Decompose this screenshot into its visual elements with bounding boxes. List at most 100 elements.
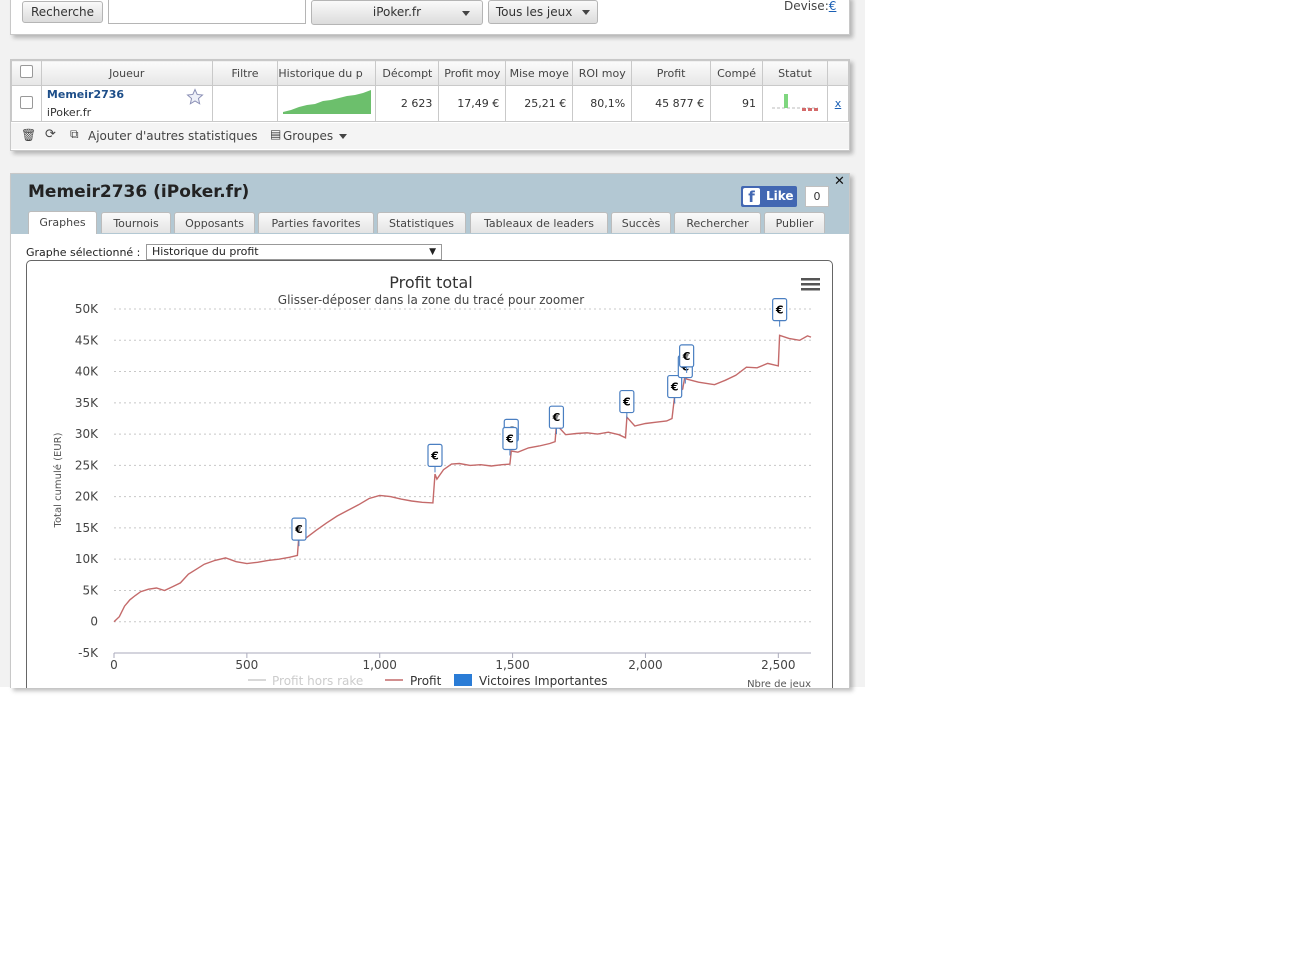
tab-graphes[interactable]: Graphes: [28, 211, 97, 234]
tab-tableaux-de-leaders[interactable]: Tableaux de leaders: [470, 212, 608, 233]
row-select[interactable]: [11, 85, 42, 122]
table-header-row: Joueur Filtre Historique du p Décompt Pr…: [11, 60, 850, 86]
avg-profit-cell: 17,49 €: [438, 85, 507, 122]
marker-label: €: [670, 381, 679, 394]
column-header[interactable]: Mise moye: [505, 60, 574, 86]
refresh-icon[interactable]: ⟳: [45, 127, 56, 142]
chart-container: Profit total Glisser-déposer dans la zon…: [26, 260, 833, 688]
profit-history-sparkline: [283, 90, 372, 114]
profit-history-cell: [277, 85, 377, 122]
x-tick-label: 2,000: [628, 658, 662, 672]
y-tick-label: 20K: [75, 490, 99, 504]
currency-label: Devise:: [784, 0, 829, 13]
remove-player-link[interactable]: x: [835, 97, 842, 110]
tab-rechercher[interactable]: Rechercher: [674, 212, 761, 233]
tab-publier[interactable]: Publier: [764, 212, 825, 233]
profit-cell: 45 877 €: [631, 85, 712, 122]
row-checkbox[interactable]: [19, 95, 33, 109]
x-tick-label: 0: [110, 658, 118, 672]
big-win-marker[interactable]: €: [291, 517, 307, 547]
tab-opposants[interactable]: Opposants: [174, 212, 255, 233]
column-header[interactable]: Statut: [762, 60, 828, 86]
facebook-icon: f: [743, 188, 760, 206]
y-tick-label: 0: [90, 615, 98, 629]
y-tick-label: 40K: [75, 365, 99, 379]
currency-link[interactable]: €: [829, 0, 837, 13]
facebook-like-label: Like: [766, 189, 794, 203]
remove-cell: x: [826, 85, 850, 122]
column-header[interactable]: Profit: [631, 60, 712, 86]
profile-title: Memeir2736 (iPoker.fr): [28, 182, 250, 202]
x-tick-label: 500: [235, 658, 258, 672]
chevron-down-icon: [462, 11, 470, 16]
header-select-all[interactable]: [11, 60, 42, 86]
column-header[interactable]: Joueur: [40, 60, 213, 86]
table-row: Memeir2736 iPoker.fr 2 623 17,49 € 25,21…: [11, 85, 850, 122]
games-select[interactable]: Tous les jeux: [488, 0, 598, 24]
site-select[interactable]: iPoker.fr: [311, 0, 483, 25]
close-icon[interactable]: ✕: [834, 174, 845, 189]
legend-item[interactable]: Profit: [410, 674, 442, 688]
tab-statistiques[interactable]: Statistiques: [377, 212, 466, 233]
marker-label: €: [775, 304, 784, 317]
legend-wins-symbol: [454, 674, 472, 686]
tab-succes[interactable]: Succès: [611, 212, 671, 233]
marker-label: €: [552, 411, 561, 424]
status-sparkline: [772, 94, 818, 111]
favorite-star-icon[interactable]: [185, 88, 204, 106]
chart-subtitle: Glisser-déposer dans la zone du tracé po…: [278, 293, 584, 307]
tab-parties-favorites[interactable]: Parties favorites: [258, 212, 374, 233]
select-all-checkbox[interactable]: [19, 65, 33, 78]
player-name-link[interactable]: Memeir2736: [47, 87, 206, 102]
search-input[interactable]: [108, 0, 306, 24]
search-button[interactable]: Recherche: [22, 1, 103, 23]
players-table-panel: Joueur Filtre Historique du p Décompt Pr…: [10, 59, 850, 151]
filter-cell[interactable]: [211, 85, 279, 122]
count-cell: 2 623: [375, 85, 440, 122]
column-header[interactable]: Profit moy: [438, 60, 507, 86]
chart-menu-icon[interactable]: [801, 278, 820, 291]
chart-gridlines: [114, 308, 811, 654]
column-header[interactable]: Décompt: [375, 60, 440, 86]
marker-label: €: [430, 449, 439, 462]
y-tick-label: -5K: [78, 646, 99, 660]
trash-icon[interactable]: 🗑: [21, 128, 36, 142]
profit-chart[interactable]: Profit total Glisser-déposer dans la zon…: [27, 261, 832, 688]
y-tick-label: 50K: [75, 302, 99, 316]
big-win-marker[interactable]: €: [619, 389, 635, 419]
status-cell: [762, 85, 828, 122]
graph-select-value: Historique du profit: [152, 245, 259, 258]
graph-select[interactable]: Historique du profit ▼: [146, 244, 442, 260]
column-header[interactable]: Historique du p: [277, 60, 377, 86]
y-tick-label: 10K: [75, 552, 99, 566]
y-tick-label: 45K: [75, 333, 99, 347]
chart-legend: Profit hors rake Profit Victoires Import…: [248, 674, 608, 688]
x-tick-label: 2,500: [761, 658, 795, 672]
big-win-marker[interactable]: €: [667, 374, 683, 404]
comp-cell: 91: [710, 85, 764, 122]
player-site: iPoker.fr: [46, 106, 92, 119]
marker-label: €: [682, 350, 691, 363]
legend-item[interactable]: Profit hors rake: [272, 674, 363, 688]
marker-label: €: [622, 396, 631, 409]
graph-select-label: Graphe sélectionné :: [26, 246, 141, 259]
big-win-marker[interactable]: €: [772, 298, 788, 327]
y-tick-label: 5K: [82, 583, 99, 597]
big-win-marker[interactable]: €: [427, 443, 443, 473]
column-header[interactable]: ROI moy: [572, 60, 633, 86]
groups-dropdown[interactable]: Groupes: [283, 129, 348, 143]
header-spacer: [826, 60, 850, 86]
tab-tournois[interactable]: Tournois: [101, 212, 171, 233]
column-header[interactable]: Compé: [710, 60, 764, 86]
profit-line: [113, 334, 812, 623]
players-table: Joueur Filtre Historique du p Décompt Pr…: [11, 60, 850, 122]
legend-item[interactable]: Victoires Importantes: [479, 674, 608, 688]
column-header[interactable]: Filtre: [211, 60, 279, 86]
facebook-like-count: 0: [805, 186, 829, 207]
dropdown-arrow-icon: ▼: [429, 247, 436, 257]
left-pane: Recherche iPoker.fr Tous les jeux Devise…: [0, 0, 865, 688]
add-stats-link[interactable]: Ajouter d'autres statistiques: [88, 129, 258, 143]
chart-series: [113, 334, 812, 623]
chevron-down-icon: [339, 134, 348, 139]
facebook-like-button[interactable]: f Like: [741, 186, 797, 207]
